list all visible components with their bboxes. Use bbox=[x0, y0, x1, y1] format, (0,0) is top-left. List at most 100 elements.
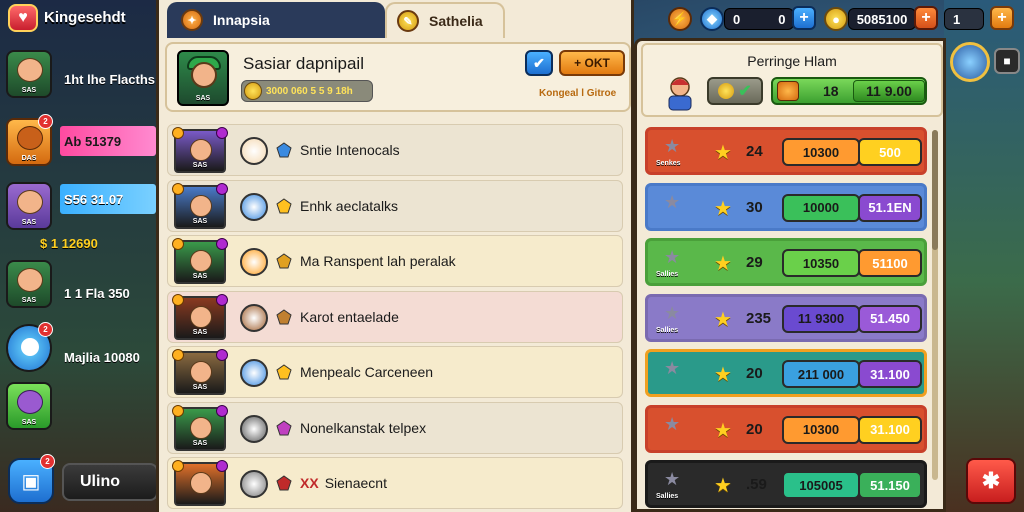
header-value-1: 18 bbox=[823, 83, 839, 99]
quest-thumbnail: SAS bbox=[172, 238, 228, 284]
gold-star-icon: ★ bbox=[714, 253, 732, 275]
gem-icon bbox=[276, 308, 292, 325]
leaderboard-scrollbar[interactable] bbox=[932, 130, 938, 480]
scrollbar-thumb[interactable] bbox=[932, 130, 938, 250]
coin-badge-icon bbox=[172, 404, 184, 417]
shield-heart-icon[interactable]: ♥ bbox=[8, 4, 38, 32]
quest-prefix: XX bbox=[300, 475, 319, 491]
quest-title: Nonelkanstak telpex bbox=[300, 420, 426, 436]
camera-icon[interactable]: ■ bbox=[994, 48, 1020, 74]
rank-star-icon: ★ bbox=[664, 136, 681, 156]
quest-thumb-label: SAS bbox=[192, 162, 208, 169]
leaderboard-row[interactable]: ★ ★ 20 211 000 31.100 bbox=[645, 349, 927, 397]
ok-button[interactable]: + OKT bbox=[559, 50, 625, 76]
quest-thumbnail: SAS bbox=[172, 127, 228, 173]
add-gold-button[interactable]: + bbox=[914, 6, 938, 30]
quest-thumbnail: SAS bbox=[172, 182, 228, 229]
sidebar-hero-3[interactable]: SAS bbox=[6, 182, 52, 230]
gold-star-icon: ★ bbox=[714, 197, 732, 220]
quest-thumbnail: SAS bbox=[172, 293, 228, 340]
avatar[interactable]: SAS bbox=[177, 50, 229, 106]
sidebar-bottom-label[interactable]: Ulino bbox=[62, 463, 158, 501]
leaderboard-row[interactable]: ★ ★ 30 10000 51.1EN bbox=[645, 182, 927, 231]
gem-badge-icon bbox=[216, 460, 228, 472]
quest-icon bbox=[240, 248, 268, 276]
quest-row[interactable]: SAS Sntie Intenocals bbox=[167, 124, 623, 176]
quest-icon bbox=[240, 192, 268, 221]
leaderboard-row[interactable]: ★ ★ 20 10300 31.100 bbox=[645, 404, 927, 453]
header-value-2: 11 9.00 bbox=[853, 80, 925, 102]
gem-icon bbox=[276, 197, 292, 214]
gem-icon bbox=[276, 142, 292, 158]
tab-sathelia[interactable]: ✎ Sathelia bbox=[385, 2, 505, 38]
quest-thumbnail: SAS bbox=[172, 404, 228, 451]
rank-star-icon: ★ bbox=[664, 247, 681, 267]
gold-star-icon: ★ bbox=[714, 308, 732, 331]
add-extra-button[interactable]: + bbox=[990, 6, 1014, 30]
gem-badge-icon bbox=[216, 238, 228, 250]
gold-coin-icon: ● bbox=[824, 7, 848, 31]
quest-title: Menpealc Carceneen bbox=[300, 364, 433, 380]
notification-badge: 2 bbox=[38, 322, 53, 337]
leaderboard-row[interactable]: ★ Sallies ★ .59 105005 51.150 bbox=[645, 460, 927, 508]
sidebar-stat-text: 1ht lhe Flacths bbox=[64, 71, 156, 87]
quest-row[interactable]: SAS Ma Ranspent lah peralak bbox=[167, 235, 623, 287]
sidebar-hero-1[interactable]: SAS bbox=[6, 50, 52, 98]
leaderboard-row[interactable]: ★ Senkes ★ 24 10300 500 bbox=[645, 127, 927, 175]
row-score: 10300 bbox=[782, 138, 860, 166]
add-gems-button[interactable]: + bbox=[792, 6, 816, 30]
hero-face-icon bbox=[190, 305, 212, 328]
gem-counter: 0 0 bbox=[724, 8, 794, 30]
quest-row[interactable]: SAS Menpealc Carceneen bbox=[167, 346, 623, 398]
quest-thumb-label: SAS bbox=[192, 439, 208, 447]
settings-gear-button[interactable]: ✱ bbox=[966, 458, 1016, 504]
row-label: Senkes bbox=[656, 160, 681, 167]
quest-row[interactable]: SAS Nonelkanstak telpex bbox=[167, 401, 623, 454]
rank-star-icon: ★ bbox=[664, 469, 681, 489]
quest-thumb-label: SAS bbox=[192, 273, 208, 280]
row-reward: 51.150 bbox=[858, 471, 922, 499]
hero-face-icon bbox=[17, 268, 43, 292]
notification-badge: 2 bbox=[40, 454, 55, 469]
profile-name: Sasiar dapnipail bbox=[243, 54, 364, 73]
row-rank: 30 bbox=[746, 198, 763, 216]
quest-row[interactable]: SAS Karot entaelade bbox=[167, 290, 623, 343]
hero-face-icon bbox=[190, 194, 212, 217]
profile-subtitle: Kongeal l Gitroe bbox=[539, 88, 617, 99]
row-label: Sallies bbox=[656, 493, 679, 500]
tab-innapsia[interactable]: ✦ Innapsia bbox=[167, 2, 385, 38]
sidebar-stat-5: 1 1 Fla 350 bbox=[60, 278, 130, 308]
tab-label: Innapsia bbox=[213, 12, 270, 28]
gold-token-icon: ✎ bbox=[397, 10, 419, 32]
gold-star-icon: ★ bbox=[714, 142, 732, 164]
sidebar-hero-tag: DAS bbox=[21, 155, 37, 162]
hero-face-icon bbox=[190, 416, 212, 439]
lightning-coin-icon[interactable]: ⚡ bbox=[668, 7, 692, 31]
gem-count-b: 0 bbox=[778, 11, 786, 27]
sidebar-hero-5[interactable]: SAS bbox=[6, 260, 52, 308]
profile-currency: 3000 060 5 5 9 18h bbox=[241, 80, 373, 102]
quest-thumbnail bbox=[172, 460, 228, 506]
gem-badge-icon bbox=[216, 182, 228, 195]
row-score: 10300 bbox=[782, 415, 860, 444]
gem-icon bbox=[276, 475, 292, 491]
rank-star-icon: ★ bbox=[664, 358, 681, 378]
row-rank: 24 bbox=[746, 143, 763, 160]
bird-icon bbox=[21, 338, 39, 356]
row-reward: 51.1EN bbox=[858, 193, 922, 222]
leaderboard-row[interactable]: ★ Sallies ★ 235 11 9300 51.450 bbox=[645, 293, 927, 342]
reward-box[interactable]: ✔ bbox=[707, 77, 763, 105]
sidebar-hero-7[interactable]: SAS bbox=[6, 382, 52, 430]
chest-icon bbox=[777, 81, 799, 101]
leaderboard-row[interactable]: ★ Sallies ★ 29 10350 51100 bbox=[645, 238, 927, 286]
quest-row[interactable]: SAS Enhk aeclatalks bbox=[167, 179, 623, 232]
check-button[interactable]: ✔ bbox=[525, 50, 553, 76]
score-box: 18 11 9.00 bbox=[771, 77, 927, 105]
quest-title-text: Enhk aeclatalks bbox=[300, 197, 399, 214]
sidebar-stat-text: Ab 51379 bbox=[64, 133, 122, 149]
character-icon bbox=[663, 75, 697, 111]
quest-row[interactable]: XX Sienaecnt bbox=[167, 457, 623, 509]
gold-star-icon: ★ bbox=[714, 364, 732, 386]
player-avatar[interactable] bbox=[950, 42, 990, 82]
main-panel: ✦ Innapsia ✎ Sathelia SAS Sasiar dapnipa… bbox=[156, 0, 634, 512]
